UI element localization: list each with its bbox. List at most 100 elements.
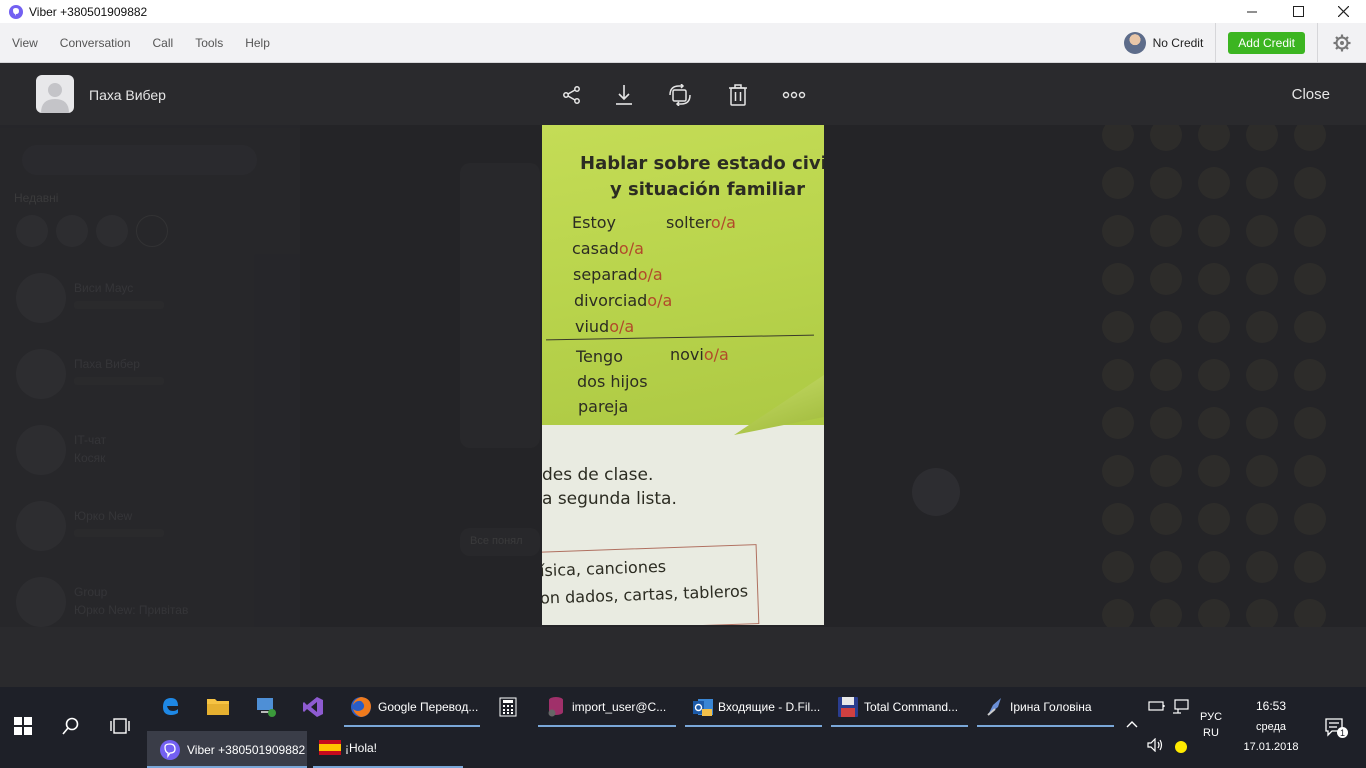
background-chat-item: Паха Вибер [16,349,286,403]
title-bar: Viber +380501909882 [0,0,1366,23]
background-emoji-icon [1198,407,1230,439]
background-message-bubble: Все понял [460,528,540,556]
clock[interactable]: 16:53 среда 17.01.2018 [1238,699,1304,753]
background-emoji-icon [1102,359,1134,391]
add-credit-button[interactable]: Add Credit [1228,32,1305,54]
file-explorer-icon[interactable] [207,697,229,715]
status-yellow-dot-icon[interactable] [1174,740,1188,754]
background-emoji-icon [1246,215,1278,247]
menu-view[interactable]: View [12,36,38,50]
taskbar-app-label: ¡Hola! [345,740,378,755]
contact-name: Паха Вибер [89,87,166,103]
taskbar-app-google-translate[interactable]: Google Перевод... [350,696,478,718]
background-emoji-icon [1102,455,1134,487]
photo-row: separado/a [573,265,663,284]
show-hidden-icons-chevron-icon[interactable] [1126,720,1138,728]
background-emoji-icon [1150,263,1182,295]
minimize-button[interactable] [1229,0,1275,23]
taskbar-app-messenger[interactable]: Ірина Головіна [985,696,1092,718]
background-avatar [912,468,960,516]
visual-studio-icon[interactable] [302,696,324,718]
background-add-icon [136,215,168,247]
search-icon[interactable] [62,717,80,735]
network-icon[interactable] [1172,699,1190,715]
background-chat-name: Паха Вибер [74,357,140,371]
background-emoji-icon [1198,167,1230,199]
taskbar-active-indicator [538,725,676,727]
taskbar-app-viber[interactable]: Viber +380501909882 [147,731,307,768]
rotate-icon[interactable] [668,83,692,107]
windows-taskbar: Google Перевод... import_user@C... Входя… [0,687,1366,768]
network-computer-icon[interactable] [255,696,277,718]
taskbar-active-indicator [685,725,822,727]
background-emoji-icon [1246,551,1278,583]
photo-row: Tengo [576,347,623,366]
account-avatar[interactable] [1123,32,1146,54]
background-emoji-icon [1150,311,1182,343]
background-chat-preview: Косяк [74,451,106,465]
calculator-icon[interactable] [499,697,517,717]
taskbar-app-label: import_user@C... [572,700,667,714]
download-icon[interactable] [612,83,636,107]
language-code: РУС [1199,711,1223,723]
background-emoji-icon [1150,551,1182,583]
background-emoji-icon [1198,263,1230,295]
settings-gear-icon[interactable] [1318,23,1366,63]
photo-lower-line1: des de clase. [542,465,654,485]
background-emoji-icon [1294,311,1326,343]
language-region: RU [1203,727,1219,739]
background-emoji-icon [1246,503,1278,535]
background-emoji-icon [1198,551,1230,583]
menu-help[interactable]: Help [245,36,270,50]
taskbar-app-label: Google Перевод... [378,700,479,714]
taskbar-app-total-commander[interactable]: Total Command... [837,696,958,718]
background-bubble-text: Все понял [470,535,523,547]
edge-icon[interactable] [160,696,180,716]
taskbar-app-outlook[interactable]: Входящие - D.Fil... [692,696,820,718]
credit-status: No Credit [1152,36,1204,50]
background-search-field [22,145,257,175]
background-chat-name: Юрко New [74,509,133,523]
taskbar-app-hola[interactable]: ¡Hola! [319,731,377,764]
task-view-icon[interactable] [110,717,130,735]
background-chat-preview: Юрко New: Привітав [74,603,189,617]
viewer-bottom-bar [0,627,1366,687]
background-emoji-icon [1102,551,1134,583]
background-emoji-icon [1198,311,1230,343]
close-viewer-button[interactable]: Close [1292,86,1330,103]
clock-time: 16:53 [1255,699,1287,713]
image-viewer-overlay: Недавні Виси Маус Паха Вибер IT-чат Кося… [0,63,1366,687]
trash-icon[interactable] [726,83,750,107]
background-chat-name: IT-чат [74,433,107,447]
photo-row: casado/a [572,239,644,258]
background-emoji-icon [1246,407,1278,439]
taskbar-app-database[interactable]: import_user@C... [546,696,666,718]
photo-row: soltero/a [666,213,736,232]
input-language-indicator[interactable]: РУС RU [1196,711,1226,739]
taskbar-app-label: Ірина Головіна [1010,700,1092,714]
photo-title-line2: y situación familiar [610,179,806,200]
close-window-button[interactable] [1320,0,1366,23]
battery-plug-icon[interactable] [1148,699,1166,713]
volume-icon[interactable] [1147,738,1165,752]
menu-call[interactable]: Call [153,36,174,50]
background-recent-label: Недавні [14,191,59,205]
photo-row: dos hijos [577,372,648,391]
background-emoji-icon [1102,263,1134,295]
window-title: Viber +380501909882 [29,4,148,19]
more-options-icon[interactable] [782,83,806,107]
background-chat-name: Виси Маус [74,281,134,295]
background-emoji-icon [1150,407,1182,439]
share-icon[interactable] [560,83,584,107]
maximize-button[interactable] [1275,0,1321,23]
start-windows-icon[interactable] [14,717,32,735]
contact-avatar [36,75,74,113]
background-emoji-icon [1246,311,1278,343]
background-message-bubble [460,163,540,448]
background-emoji-icon [1294,455,1326,487]
background-emoji-icon [1150,455,1182,487]
menu-conversation[interactable]: Conversation [60,36,131,50]
action-center-notifications-icon[interactable]: 1 [1325,718,1348,738]
viewed-photo: Hablar sobre estado civil y situación fa… [542,125,824,625]
menu-tools[interactable]: Tools [195,36,223,50]
